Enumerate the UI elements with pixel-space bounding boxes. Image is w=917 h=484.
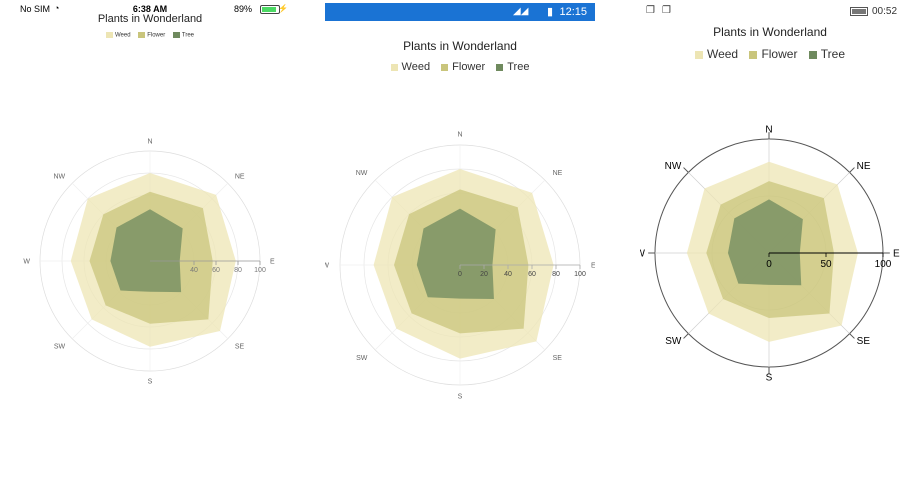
- category-label: S: [458, 393, 463, 400]
- radial-tick-label: 40: [504, 271, 512, 278]
- category-label: NW: [665, 161, 682, 172]
- android-panel: ◢◢ ▮ 12:15 Plants in Wonderland Weed Flo…: [325, 0, 595, 484]
- category-label: W: [23, 258, 30, 265]
- radar-chart-windows: 0 50 100 N NE E SE S SW W NW: [640, 125, 900, 384]
- category-label: N: [457, 131, 462, 138]
- category-label: NE: [235, 174, 245, 181]
- category-label: SE: [857, 336, 871, 347]
- spoke-tick: [849, 333, 855, 339]
- category-label: NW: [53, 174, 65, 181]
- radial-tick-label: 80: [552, 271, 560, 278]
- radial-tick-label: 20: [480, 271, 488, 278]
- radial-tick-label: 100: [875, 259, 892, 270]
- category-label: SW: [54, 343, 66, 350]
- ios-panel: No SIM ◔ 6:38 AM 89% ⚡ Plants in Wonderl…: [10, 0, 290, 484]
- radial-tick-label: 100: [254, 267, 266, 274]
- spoke-tick: [683, 167, 689, 173]
- radial-tick-label: 60: [528, 271, 536, 278]
- category-label: SW: [356, 355, 368, 362]
- windows-panel: ❐ ❐ 00:52 Plants in Wonderland Weed Flow…: [640, 0, 900, 484]
- radar-chart-ios: 40 60 80 100 N NE E SE S SW W NW: [23, 138, 275, 385]
- radial-tick-label: 80: [234, 267, 242, 274]
- radial-tick-label: 50: [820, 259, 832, 270]
- category-label: E: [893, 249, 900, 260]
- radial-tick-label: 60: [212, 267, 220, 274]
- radial-tick-label: 40: [190, 267, 198, 274]
- category-label: E: [270, 258, 275, 265]
- radial-tick-label: 0: [458, 271, 462, 278]
- category-label: N: [147, 138, 152, 145]
- radar-chart-android: 0 20 40 60 80 100 N NE E SE S SW W NW: [325, 131, 595, 400]
- category-label: NE: [857, 161, 871, 172]
- category-label: W: [640, 249, 646, 260]
- category-label: E: [591, 262, 595, 269]
- spoke-tick: [683, 333, 689, 339]
- radial-tick-label: 100: [574, 271, 586, 278]
- category-label: S: [148, 378, 153, 385]
- radial-tick-label: 0: [766, 259, 772, 270]
- spoke-tick: [849, 167, 855, 173]
- category-label: W: [325, 262, 329, 269]
- category-label: N: [765, 125, 772, 136]
- category-label: SW: [665, 336, 682, 347]
- category-label: S: [766, 373, 773, 384]
- category-label: SE: [235, 343, 245, 350]
- category-label: NW: [356, 170, 368, 177]
- category-label: SE: [553, 355, 563, 362]
- category-label: NE: [553, 170, 563, 177]
